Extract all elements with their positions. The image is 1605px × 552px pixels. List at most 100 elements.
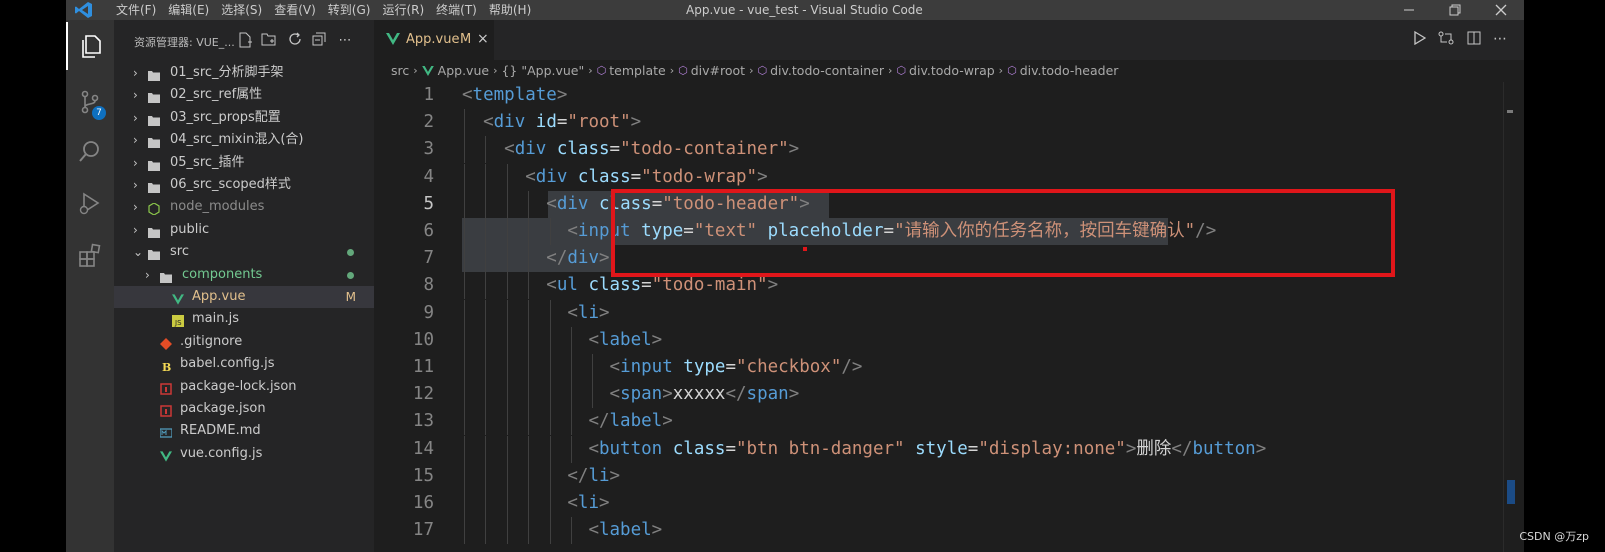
tree-folder[interactable]: › components: [114, 264, 374, 286]
breadcrumb-item[interactable]: ⬡ template: [597, 60, 666, 82]
extensions-icon[interactable]: [66, 232, 114, 280]
tree-folder[interactable]: ⌄ src: [114, 241, 374, 263]
collapse-all-icon[interactable]: [310, 32, 328, 50]
code-line[interactable]: 3 <div class="todo-container">: [374, 136, 1524, 164]
tree-item-label: 04_src_mixin混入(合): [170, 132, 304, 148]
breadcrumb-item[interactable]: src: [391, 60, 409, 82]
chevron-down-icon: ⌄: [133, 245, 144, 260]
tree-item-label: 05_src_插件: [170, 154, 245, 170]
new-folder-icon[interactable]: [260, 32, 278, 50]
search-icon[interactable]: [66, 128, 114, 176]
chevron-right-icon: ›: [669, 64, 675, 77]
tree-file[interactable]: JS main.js: [114, 308, 374, 330]
menu-item[interactable]: 文件(F): [110, 0, 162, 20]
breadcrumb-item[interactable]: App.vue: [421, 60, 490, 82]
scm-badge: 7: [92, 106, 106, 120]
code-line[interactable]: 9 <li>: [374, 299, 1524, 327]
menu-item[interactable]: 转到(G): [322, 0, 377, 20]
code-line[interactable]: 16 <li>: [374, 490, 1524, 517]
chevron-right-icon: ›: [133, 178, 138, 192]
tree-folder[interactable]: › public: [114, 219, 374, 241]
new-file-icon[interactable]: [236, 32, 254, 50]
editor-more-icon[interactable]: ⋯: [1490, 31, 1510, 49]
tree-folder[interactable]: › 05_src_插件: [114, 152, 374, 174]
tree-folder[interactable]: › 03_src_props配置: [114, 107, 374, 129]
tree-folder[interactable]: › 02_src_ref属性: [114, 84, 374, 106]
babel-file-icon: B: [160, 358, 172, 374]
explorer-icon[interactable]: [66, 22, 114, 70]
symbol-element-icon: ⬡: [896, 64, 907, 77]
tree-folder[interactable]: › 04_src_mixin混入(合): [114, 129, 374, 151]
code-text: </div>: [546, 248, 610, 269]
code-line[interactable]: 13 </label>: [374, 408, 1524, 436]
code-text: <div id="root">: [483, 112, 642, 133]
code-line[interactable]: 4 <div class="todo-wrap">: [374, 163, 1524, 191]
tree-folder[interactable]: › 06_src_scoped样式: [114, 174, 374, 196]
breadcrumb: src › App.vue ›{} "App.vue" › ⬡ template › ⬡ div#…: [391, 60, 1118, 82]
tree-item-label: main.js: [192, 311, 239, 327]
refresh-icon[interactable]: [286, 32, 304, 50]
code-line[interactable]: 10 <label>: [374, 326, 1524, 354]
tree-file[interactable]: .gitignore: [114, 331, 374, 353]
menu-item[interactable]: 选择(S): [215, 0, 268, 20]
code-editor[interactable]: 1 <template> 2 <div id="root"> 3 <div class…: [374, 82, 1524, 552]
tab-app-vue[interactable]: App.vue M ×: [374, 20, 494, 60]
code-line[interactable]: 15 </li>: [374, 462, 1524, 490]
tree-folder[interactable]: › 01_src_分析脚手架: [114, 62, 374, 84]
tree-file[interactable]: package-lock.json: [114, 376, 374, 398]
menu-item[interactable]: 编辑(E): [162, 0, 215, 20]
tree-file[interactable]: Bbabel.config.js: [114, 353, 374, 375]
run-debug-icon[interactable]: [66, 180, 114, 228]
breadcrumb-item[interactable]: ⬡ div#root: [678, 60, 745, 82]
source-control-icon[interactable]: 7: [66, 78, 114, 126]
code-line[interactable]: 17 <label>: [374, 517, 1524, 545]
chevron-right-icon: ›: [133, 155, 138, 170]
line-number: 3: [423, 139, 434, 160]
tab-label: App.vue: [406, 32, 460, 47]
activity-bar: 7: [66, 20, 114, 552]
code-line[interactable]: 1 <template>: [374, 82, 1524, 109]
tab-bar: App.vue M × ⋯: [374, 20, 1524, 60]
minimize-button[interactable]: [1386, 0, 1432, 20]
breadcrumb-item[interactable]: ⬡ div.todo-wrap: [896, 60, 994, 82]
compare-changes-icon[interactable]: [1436, 31, 1456, 49]
line-number: 9: [423, 302, 434, 323]
code-line[interactable]: 11 <input type="checkbox"/>: [374, 354, 1524, 381]
tab-modified-badge: M: [460, 32, 472, 47]
line-number: 17: [412, 520, 434, 541]
breadcrumb-item[interactable]: ⬡ div.todo-container: [757, 60, 884, 82]
breadcrumb-item[interactable]: ⬡ div.todo-header: [1007, 60, 1118, 82]
chevron-right-icon: ›: [493, 64, 498, 77]
menu-item[interactable]: 终端(T): [430, 0, 483, 20]
md-file-icon: [159, 425, 173, 439]
code-line[interactable]: 12 <span>xxxxx</span>: [374, 381, 1524, 409]
title-bar: 文件(F) 编辑(E) 选择(S) 查看(V) 转到(G) 运行(R) 终端(T) 帮助(H)…: [66, 0, 1524, 20]
menu-item[interactable]: 运行(R): [376, 0, 430, 20]
code-text: <label>: [588, 329, 663, 350]
code-text: <button class="btn btn-danger" style="di…: [588, 438, 1267, 459]
chevron-right-icon: ›: [888, 64, 893, 77]
tree-file[interactable]: package.json: [114, 398, 374, 420]
line-number: 4: [423, 166, 434, 187]
close-window-button[interactable]: [1478, 0, 1524, 20]
tree-file[interactable]: README.md: [114, 420, 374, 442]
chevron-right-icon: ›: [133, 222, 138, 237]
modified-badge: M: [345, 290, 356, 304]
menu-item[interactable]: 查看(V): [268, 0, 322, 20]
explorer-header: 资源管理器: VUE_... ⋯: [114, 20, 374, 62]
tab-close-icon[interactable]: ×: [477, 31, 489, 47]
screen-border: [1524, 0, 1605, 552]
code-line[interactable]: 2 <div id="root">: [374, 109, 1524, 137]
chevron-right-icon: ›: [413, 64, 418, 77]
code-line[interactable]: 14 <button class="btn btn-danger" style=…: [374, 435, 1524, 463]
breadcrumb-label: App.vue: [437, 63, 490, 78]
split-editor-icon[interactable]: [1464, 31, 1484, 49]
restore-button[interactable]: [1432, 0, 1478, 20]
more-actions-icon[interactable]: ⋯: [336, 32, 354, 50]
breadcrumb-item[interactable]: {} "App.vue": [501, 60, 584, 82]
tree-file[interactable]: vue.config.js: [114, 443, 374, 465]
run-icon[interactable]: [1410, 30, 1430, 49]
menu-item[interactable]: 帮助(H): [483, 0, 537, 20]
tree-folder[interactable]: › node_modules: [114, 196, 374, 218]
tree-file[interactable]: App.vue M: [114, 286, 374, 308]
